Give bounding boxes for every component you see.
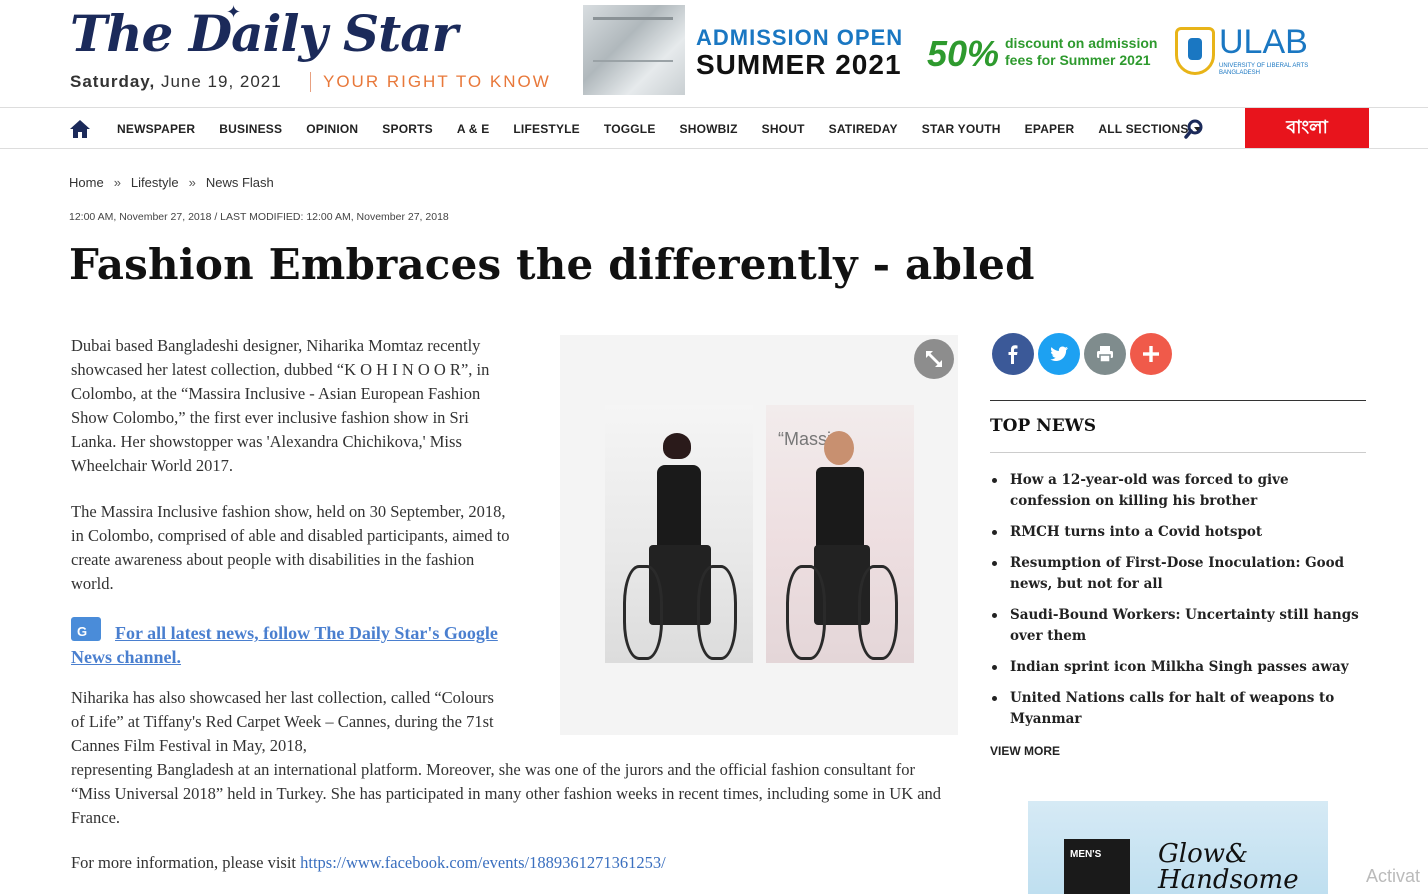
date-rest: June 19, 2021 bbox=[160, 72, 282, 91]
ad-brand-sub: UNIVERSITY OF LIBERAL ARTS BANGLADESH bbox=[1219, 63, 1309, 76]
top-news-item[interactable]: RMCH turns into a Covid hotspot bbox=[990, 522, 1370, 543]
nav-item-star-youth[interactable]: STAR YOUTH bbox=[910, 122, 1013, 136]
current-date: Saturday, June 19, 2021 bbox=[70, 72, 282, 92]
article-paragraph-2: The Massira Inclusive fashion show, held… bbox=[71, 502, 510, 593]
breadcrumb-separator-icon: » bbox=[188, 175, 196, 190]
nav-item-sports[interactable]: SPORTS bbox=[370, 122, 445, 136]
nav-item-showbiz[interactable]: SHOWBIZ bbox=[668, 122, 750, 136]
ad-campus-photo bbox=[583, 5, 685, 95]
breadcrumb-separator-icon: » bbox=[113, 175, 121, 190]
wheelchair-wheel bbox=[623, 565, 663, 660]
article-timestamp: 12:00 AM, November 27, 2018 / LAST MODIF… bbox=[69, 211, 449, 223]
photo-man-wheelchair: “Massi bbox=[766, 405, 914, 663]
google-news-icon bbox=[71, 617, 101, 644]
view-more-link[interactable]: VIEW MORE bbox=[990, 744, 1060, 758]
article-paragraph-1: Dubai based Bangladeshi designer, Nihari… bbox=[71, 336, 490, 475]
top-news-list: How a 12-year-old was forced to give con… bbox=[990, 470, 1370, 740]
photo-woman-wheelchair bbox=[605, 405, 753, 663]
sidebar-ad[interactable]: MEN'S Glow& Handsome bbox=[1028, 801, 1328, 894]
model-figure bbox=[816, 467, 864, 551]
top-news-divider bbox=[990, 452, 1366, 453]
top-news-rule bbox=[990, 400, 1366, 401]
header-ad-banner[interactable]: ADMISSION OPEN SUMMER 2021 50% discount … bbox=[583, 5, 1313, 95]
article-paragraph-3b: representing Bangladesh at an internatio… bbox=[71, 760, 942, 827]
breadcrumb-lifestyle[interactable]: Lifestyle bbox=[131, 175, 179, 190]
ad-title-line-2: Handsome bbox=[1158, 865, 1299, 894]
nav-items: NEWSPAPER BUSINESS OPINION SPORTS A & E … bbox=[105, 108, 1214, 149]
nav-item-ae[interactable]: A & E bbox=[445, 122, 502, 136]
share-more-button[interactable] bbox=[1130, 333, 1172, 375]
ad-percent: 50% bbox=[927, 33, 1000, 74]
tagline: YOUR RIGHT TO KNOW bbox=[310, 72, 551, 92]
nav-item-newspaper[interactable]: NEWSPAPER bbox=[105, 122, 207, 136]
top-news-item[interactable]: Indian sprint icon Milkha Singh passes a… bbox=[990, 657, 1370, 678]
print-icon bbox=[1097, 346, 1113, 363]
ad-brand: ULAB bbox=[1219, 23, 1308, 61]
ad-product-box: MEN'S bbox=[1064, 839, 1130, 894]
share-twitter-button[interactable] bbox=[1038, 333, 1080, 375]
article-image[interactable]: “Massi bbox=[560, 335, 958, 735]
activation-watermark: Activat bbox=[1366, 866, 1421, 886]
nav-item-lifestyle[interactable]: LIFESTYLE bbox=[501, 122, 591, 136]
model-figure bbox=[824, 431, 854, 465]
top-news-item[interactable]: Resumption of First-Dose Inoculation: Go… bbox=[990, 553, 1370, 595]
search-icon[interactable] bbox=[1184, 119, 1204, 139]
wheelchair-wheel bbox=[858, 565, 898, 660]
model-figure bbox=[657, 465, 701, 555]
breadcrumb-home[interactable]: Home bbox=[69, 175, 104, 190]
top-news-heading: TOP NEWS bbox=[990, 416, 1097, 436]
twitter-icon bbox=[1050, 346, 1068, 361]
top-news-item[interactable]: United Nations calls for halt of weapons… bbox=[990, 688, 1370, 730]
ad-discount-text: discount on admission fees for Summer 20… bbox=[1005, 35, 1158, 68]
nav-item-business[interactable]: BUSINESS bbox=[207, 122, 294, 136]
ulab-emblem-icon bbox=[1175, 27, 1215, 75]
article-paragraph-4: For more information, please visit https… bbox=[71, 851, 666, 875]
top-news-item[interactable]: How a 12-year-old was forced to give con… bbox=[990, 470, 1370, 512]
logo-star-icon: ✦ bbox=[226, 2, 242, 22]
bangla-button[interactable]: বাংলা bbox=[1245, 108, 1369, 148]
nav-item-opinion[interactable]: OPINION bbox=[294, 122, 370, 136]
facebook-icon bbox=[1008, 345, 1018, 364]
nav-item-satireday[interactable]: SATIREDAY bbox=[817, 122, 910, 136]
ad-summer-text: SUMMER 2021 bbox=[696, 49, 902, 80]
site-header: The Daily Star ✦ Saturday, June 19, 2021… bbox=[0, 0, 1428, 108]
all-sections-label: ALL SECTIONS bbox=[1098, 121, 1189, 136]
expand-icon bbox=[926, 351, 942, 367]
article-paragraph-3a: Niharika has also showcased her last col… bbox=[71, 688, 494, 755]
nav-item-shout[interactable]: SHOUT bbox=[750, 122, 817, 136]
home-icon[interactable] bbox=[69, 119, 91, 139]
google-news-link[interactable]: For all latest news, follow The Daily St… bbox=[71, 623, 498, 667]
facebook-event-link[interactable]: https://www.facebook.com/events/18893612… bbox=[300, 853, 666, 872]
model-figure bbox=[663, 433, 691, 459]
nav-item-epaper[interactable]: EPAPER bbox=[1013, 122, 1087, 136]
share-facebook-button[interactable] bbox=[992, 333, 1034, 375]
share-print-button[interactable] bbox=[1084, 333, 1126, 375]
main-nav: NEWSPAPER BUSINESS OPINION SPORTS A & E … bbox=[0, 108, 1428, 149]
expand-image-button[interactable] bbox=[914, 339, 954, 379]
ad-admission-text: ADMISSION OPEN bbox=[696, 25, 904, 50]
top-news-item[interactable]: Saudi-Bound Workers: Uncertainty still h… bbox=[990, 605, 1370, 647]
wheelchair-wheel bbox=[786, 565, 826, 660]
breadcrumb: Home » Lifestyle » News Flash bbox=[69, 175, 274, 190]
ad-product-label: MEN'S bbox=[1070, 849, 1102, 860]
site-logo[interactable]: The Daily Star bbox=[70, 4, 458, 63]
more-info-prefix: For more information, please visit bbox=[71, 853, 301, 872]
plus-icon bbox=[1143, 346, 1159, 362]
google-news-promo[interactable]: For all latest news, follow The Daily St… bbox=[71, 617, 511, 670]
nav-item-toggle[interactable]: TOGGLE bbox=[592, 122, 668, 136]
ad-product-title: Glow& Handsome bbox=[1158, 841, 1299, 893]
article-headline: Fashion Embraces the differently - abled bbox=[69, 240, 1035, 289]
breadcrumb-news-flash[interactable]: News Flash bbox=[206, 175, 274, 190]
wheelchair-wheel bbox=[697, 565, 737, 660]
date-day: Saturday, bbox=[70, 72, 156, 91]
